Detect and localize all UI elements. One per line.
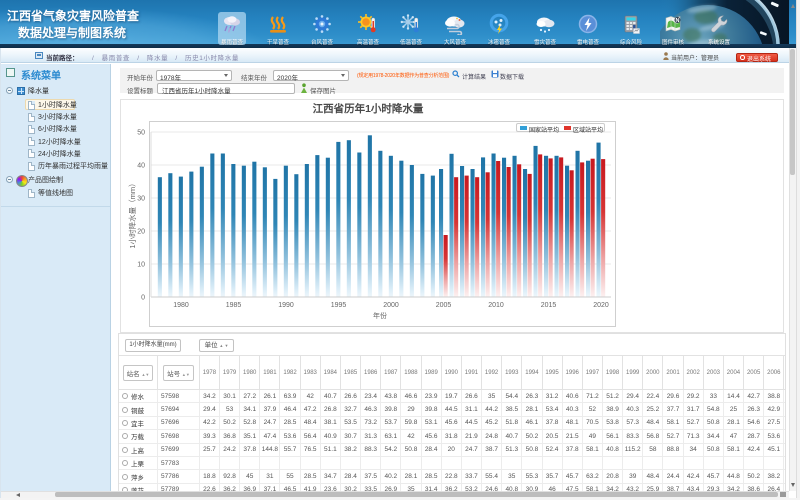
svg-text:40: 40 (137, 163, 145, 170)
svg-text:2005: 2005 (436, 302, 452, 309)
svg-text:1990: 1990 (278, 302, 294, 309)
svg-text:20: 20 (137, 229, 145, 236)
svg-text:N: N (676, 18, 680, 24)
svg-text:1980: 1980 (173, 302, 189, 309)
svg-text:2000: 2000 (383, 302, 399, 309)
svg-text:2015: 2015 (541, 302, 557, 309)
svg-text:30: 30 (137, 196, 145, 203)
svg-text:10: 10 (137, 262, 145, 269)
svg-text:2020: 2020 (593, 302, 609, 309)
svg-text:1985: 1985 (226, 302, 242, 309)
svg-text:0: 0 (141, 295, 145, 302)
svg-text:2010: 2010 (488, 302, 504, 309)
svg-text:50: 50 (137, 130, 145, 137)
svg-text:1995: 1995 (331, 302, 347, 309)
svg-text:1小时降水量（mm）: 1小时降水量（mm） (127, 179, 137, 248)
